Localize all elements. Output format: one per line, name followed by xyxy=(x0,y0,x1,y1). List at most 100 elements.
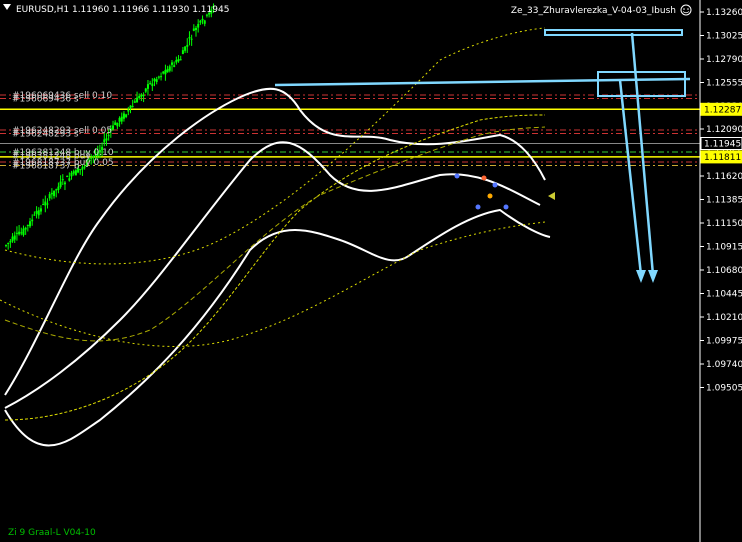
candle-body xyxy=(61,179,64,181)
candle-body xyxy=(44,201,47,206)
price-axis[interactable]: 1.132601.130251.127901.125551.123201.120… xyxy=(699,0,742,542)
candle-body xyxy=(55,189,58,191)
candle-body xyxy=(181,50,184,55)
candle-body xyxy=(175,59,178,63)
candle-body xyxy=(160,76,163,78)
order-label: #196069436 s xyxy=(12,95,79,105)
candle-body xyxy=(112,125,115,130)
candle-body xyxy=(68,178,71,181)
trendline[interactable] xyxy=(274,77,691,87)
candle-body xyxy=(122,113,125,119)
chart-menu-icon[interactable] xyxy=(3,4,11,10)
candle-body xyxy=(125,114,128,118)
price-tick-label: 1.13260 xyxy=(706,8,742,18)
candle-body xyxy=(195,27,198,31)
candlestick-series xyxy=(5,3,215,250)
candle-body xyxy=(42,203,45,205)
candle-body xyxy=(39,208,42,212)
candle-body xyxy=(140,94,143,97)
candle-body xyxy=(5,245,7,247)
price-tick-label: 1.09505 xyxy=(706,384,742,394)
candle-body xyxy=(7,242,10,244)
candle-body xyxy=(22,228,25,236)
candle-body xyxy=(138,95,141,98)
candle-body xyxy=(33,214,36,216)
candle-body xyxy=(129,105,132,108)
candle-body xyxy=(201,18,204,21)
price-tick-label: 1.11620 xyxy=(706,172,742,182)
target-zone-upper[interactable] xyxy=(544,29,683,36)
candle-body xyxy=(46,203,49,205)
price-tick-label: 1.11385 xyxy=(706,196,742,206)
price-tick-label: 1.10915 xyxy=(706,243,742,253)
candle-body xyxy=(168,66,171,71)
price-chart[interactable]: #196069436 sell 0.10#196069436 s#1962482… xyxy=(0,0,742,542)
order-label: #196818737 b xyxy=(12,162,80,172)
candle-body xyxy=(118,117,121,122)
candle-body xyxy=(11,236,14,242)
smiley-icon[interactable] xyxy=(680,4,692,16)
price-tick-label: 1.10210 xyxy=(706,313,742,323)
price-tick-label: 1.09740 xyxy=(706,360,742,370)
candle-body xyxy=(190,38,193,40)
candle-body xyxy=(133,101,136,103)
candle-body xyxy=(70,172,73,177)
candle-body xyxy=(114,122,117,126)
candle-body xyxy=(35,210,38,214)
candle-body xyxy=(164,69,167,75)
candle-body xyxy=(153,78,156,82)
candle-body xyxy=(203,20,206,24)
level-low-label: 1.11811 xyxy=(704,153,741,163)
trade-marker[interactable] xyxy=(492,182,498,188)
symbol-info: EURUSD,H1 1.11960 1.11966 1.11930 1.1194… xyxy=(16,5,229,15)
candle-body xyxy=(166,68,169,73)
target-zone-lower[interactable] xyxy=(597,71,686,97)
candle-body xyxy=(146,84,149,89)
candle-body xyxy=(186,44,189,47)
price-tick-label: 1.12790 xyxy=(706,55,742,65)
arrow-head-icon xyxy=(648,270,658,283)
trade-marker[interactable] xyxy=(454,173,460,179)
candle-body xyxy=(31,219,34,222)
candle-body xyxy=(179,59,182,61)
trade-marker[interactable] xyxy=(475,204,481,210)
candle-body xyxy=(13,235,16,240)
candle-body xyxy=(37,210,40,216)
projection-line-1[interactable] xyxy=(630,32,655,276)
price-tick-label: 1.09975 xyxy=(706,337,742,347)
price-tick-label: 1.12090 xyxy=(706,125,742,135)
candle-body xyxy=(24,227,27,230)
candle-body xyxy=(155,79,158,82)
candle-body xyxy=(199,20,202,23)
candle-body xyxy=(59,181,62,187)
trade-marker[interactable] xyxy=(481,175,487,181)
candle-body xyxy=(120,116,123,122)
candle-body xyxy=(131,106,134,108)
candle-body xyxy=(48,194,51,199)
candle-body xyxy=(57,186,60,190)
candle-body xyxy=(162,71,165,74)
arrow-head-icon xyxy=(636,270,646,283)
price-tick-label: 1.10445 xyxy=(706,290,742,300)
candle-body xyxy=(144,88,147,92)
candle-body xyxy=(188,37,191,39)
candle-body xyxy=(136,97,139,103)
trade-marker[interactable] xyxy=(503,204,509,210)
candle-body xyxy=(149,83,152,85)
candle-body xyxy=(15,232,18,234)
candle-body xyxy=(20,232,23,234)
current-price-arrow-icon xyxy=(548,192,555,200)
order-labels: #196069436 sell 0.10#196069436 s#1962482… xyxy=(12,91,114,172)
price-tick-label: 1.13025 xyxy=(706,32,742,42)
candle-body xyxy=(192,28,195,31)
indicator-label: Zi 9 Graal-L V04-10 xyxy=(8,528,96,538)
candle-body xyxy=(116,122,119,127)
candle-body xyxy=(157,76,160,78)
candle-body xyxy=(9,240,12,243)
trade-marker[interactable] xyxy=(487,193,493,199)
candle-body xyxy=(105,138,108,141)
candle-body xyxy=(127,109,130,112)
price-tick-label: 1.10680 xyxy=(706,266,742,276)
candle-body xyxy=(50,192,53,195)
candle-body xyxy=(72,171,75,174)
